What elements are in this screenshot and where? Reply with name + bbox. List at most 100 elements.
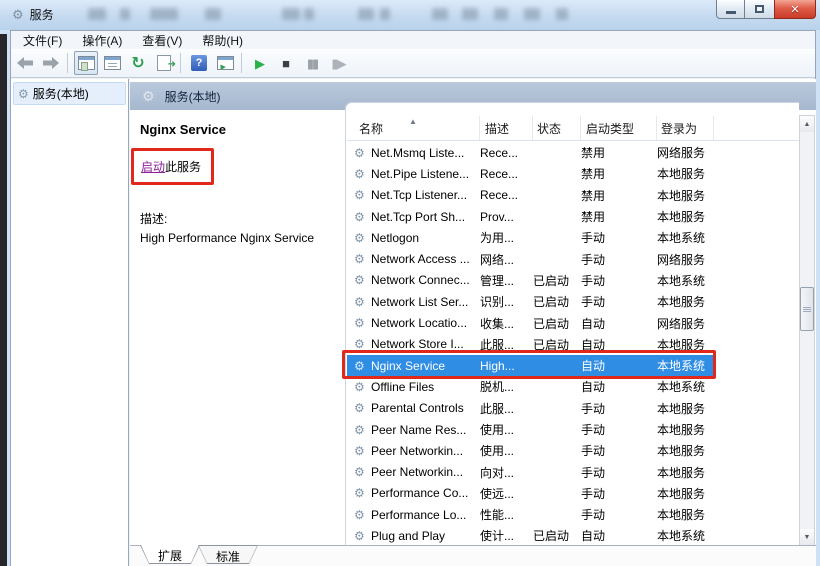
service-startup-type: 禁用 [581, 146, 606, 161]
menu-view[interactable]: 查看(V) [134, 31, 190, 50]
start-service-line: 启动此服务 [141, 158, 201, 175]
column-header-logon-as[interactable]: 登录为 [657, 116, 714, 140]
service-startup-type: 手动 [581, 231, 606, 246]
scrollbar-thumb[interactable] [800, 287, 814, 331]
scroll-down-button[interactable]: ▼ [800, 529, 814, 545]
column-header-startup-type[interactable]: 启动类型 [581, 116, 657, 140]
selected-service-name: Nginx Service [140, 122, 226, 137]
service-list-panel: 名称 ▲ 描述 状态 启动类型 登录为 ⚙ Net.Msmq Liste... Re… [345, 102, 799, 546]
service-row[interactable]: ⚙ Net.Tcp Port Sh... Prov... 禁用 本地服务 [347, 206, 714, 227]
window-title: 服务 [29, 8, 54, 22]
service-description: 管理... [480, 273, 515, 288]
export-list-icon [157, 55, 176, 71]
menu-help[interactable]: 帮助(H) [194, 31, 251, 50]
service-row[interactable]: ⚙ Network List Ser... 识别... 已启动 手动 本地服务 [347, 291, 714, 312]
service-row[interactable]: ⚙ Net.Pipe Listene... Rece... 禁用 本地服务 [347, 163, 714, 184]
tab-standard[interactable]: 标准 [198, 545, 258, 564]
service-row[interactable]: ⚙ Performance Lo... 性能... 手动 本地服务 [347, 504, 714, 525]
service-logon-as: 网络服务 [657, 316, 706, 331]
restart-service-icon: ▮▶ [331, 55, 346, 71]
start-service-button[interactable]: ▶ [248, 51, 272, 75]
export-list-button[interactable] [152, 51, 176, 75]
column-header-status[interactable]: 状态 [533, 116, 581, 140]
service-startup-type: 手动 [581, 295, 606, 310]
service-name: Network Connec... [371, 273, 470, 288]
service-logon-as: 本地服务 [657, 444, 706, 459]
show-hide-tree-icon [216, 56, 234, 74]
service-startup-type: 禁用 [581, 188, 606, 203]
gear-icon: ⚙ [354, 443, 365, 458]
menu-bar: 文件(F) 操作(A) 查看(V) 帮助(H) [11, 31, 815, 49]
gear-icon: ⚙ [354, 358, 365, 373]
service-row[interactable]: ⚙ Plug and Play 使计... 已启动 自动 本地系统 [347, 525, 714, 546]
back-button[interactable] [13, 51, 37, 75]
close-icon: ✕ [790, 3, 800, 16]
service-description: 使远... [480, 486, 515, 501]
console-tree-icon [77, 56, 95, 71]
service-name: Performance Lo... [371, 507, 467, 522]
scroll-up-button[interactable]: ▲ [800, 116, 814, 132]
service-row[interactable]: ⚙ Peer Networkin... 向对... 手动 本地服务 [347, 461, 714, 482]
service-name: Parental Controls [371, 401, 464, 416]
service-status: 已启动 [533, 273, 570, 288]
service-description: 使用... [480, 444, 515, 459]
service-logon-as: 本地服务 [657, 295, 706, 310]
service-row[interactable]: ⚙ Net.Msmq Liste... Rece... 禁用 网络服务 [347, 142, 714, 163]
menu-file[interactable]: 文件(F) [15, 31, 70, 50]
gear-icon: ⚙ [354, 188, 365, 203]
console-tree-button[interactable] [74, 51, 98, 75]
service-name: Peer Networkin... [371, 465, 464, 480]
service-row[interactable]: ⚙ Parental Controls 此服... 手动 本地服务 [347, 398, 714, 419]
service-logon-as: 本地服务 [657, 486, 706, 501]
banner-title: 服务(本地) [164, 89, 221, 104]
service-name: Net.Tcp Port Sh... [371, 209, 466, 224]
gear-icon: ⚙ [354, 379, 365, 394]
service-name: Network List Ser... [371, 294, 469, 309]
service-row[interactable]: ⚙ Network Access ... 网络... 手动 网络服务 [347, 248, 714, 269]
show-hide-tree-button[interactable] [213, 51, 237, 75]
service-row[interactable]: ⚙ Peer Networkin... 使用... 手动 本地服务 [347, 440, 714, 461]
gear-icon: ⚙ [354, 507, 365, 522]
menu-action[interactable]: 操作(A) [74, 31, 130, 50]
maximize-button[interactable] [745, 0, 774, 19]
toolbar-separator [67, 53, 68, 73]
refresh-icon: ↻ [131, 55, 145, 72]
vertical-scrollbar[interactable]: ▲ ▼ [799, 115, 815, 546]
help-button[interactable]: ? [187, 51, 211, 75]
column-header-empty [714, 116, 799, 140]
service-row[interactable]: ⚙ Performance Co... 使远... 手动 本地服务 [347, 483, 714, 504]
gear-icon: ⚙ [354, 422, 365, 437]
service-logon-as: 本地系统 [657, 273, 706, 288]
service-description: 网络... [480, 252, 515, 267]
start-service-link[interactable]: 启动 [141, 160, 165, 174]
tab-extended[interactable]: 扩展 [140, 545, 200, 564]
service-logon-as: 本地服务 [657, 167, 706, 182]
forward-button[interactable] [39, 51, 63, 75]
column-header-description[interactable]: 描述 [480, 116, 533, 140]
close-button[interactable]: ✕ [774, 0, 816, 19]
service-row[interactable]: ⚙ Offline Files 脱机... 自动 本地系统 [347, 376, 714, 397]
pause-service-button[interactable]: ▮▮ [300, 51, 324, 75]
service-startup-type: 自动 [581, 337, 606, 352]
service-startup-type: 自动 [581, 359, 606, 374]
column-header-name[interactable]: 名称 ▲ [347, 116, 480, 140]
gear-icon: ⚙ [354, 209, 365, 224]
service-logon-as: 网络服务 [657, 252, 706, 267]
service-status: 已启动 [533, 337, 570, 352]
service-name: Peer Name Res... [371, 422, 467, 437]
service-row[interactable]: ⚙ Network Store I... 此服... 已启动 自动 本地服务 [347, 334, 714, 355]
service-logon-as: 本地服务 [657, 465, 706, 480]
minimize-button[interactable] [716, 0, 745, 19]
service-row[interactable]: ⚙ Network Locatio... 收集... 已启动 自动 网络服务 [347, 312, 714, 333]
stop-service-button[interactable]: ■ [274, 51, 298, 75]
service-row[interactable]: ⚙ Net.Tcp Listener... Rece... 禁用 本地服务 [347, 185, 714, 206]
refresh-button[interactable]: ↻ [126, 51, 150, 75]
properties-button[interactable] [100, 51, 124, 75]
service-row[interactable]: ⚙ Netlogon 为用... 手动 本地系统 [347, 227, 714, 248]
service-row[interactable]: ⚙ Nginx Service High... 自动 本地系统 [347, 354, 714, 377]
service-row[interactable]: ⚙ Network Connec... 管理... 已启动 手动 本地系统 [347, 270, 714, 291]
restart-service-button[interactable]: ▮▶ [326, 51, 350, 75]
tree-item-services-local[interactable]: ⚙ 服务(本地) [13, 82, 126, 105]
service-row[interactable]: ⚙ Peer Name Res... 使用... 手动 本地服务 [347, 419, 714, 440]
service-name: Nginx Service [371, 358, 446, 373]
